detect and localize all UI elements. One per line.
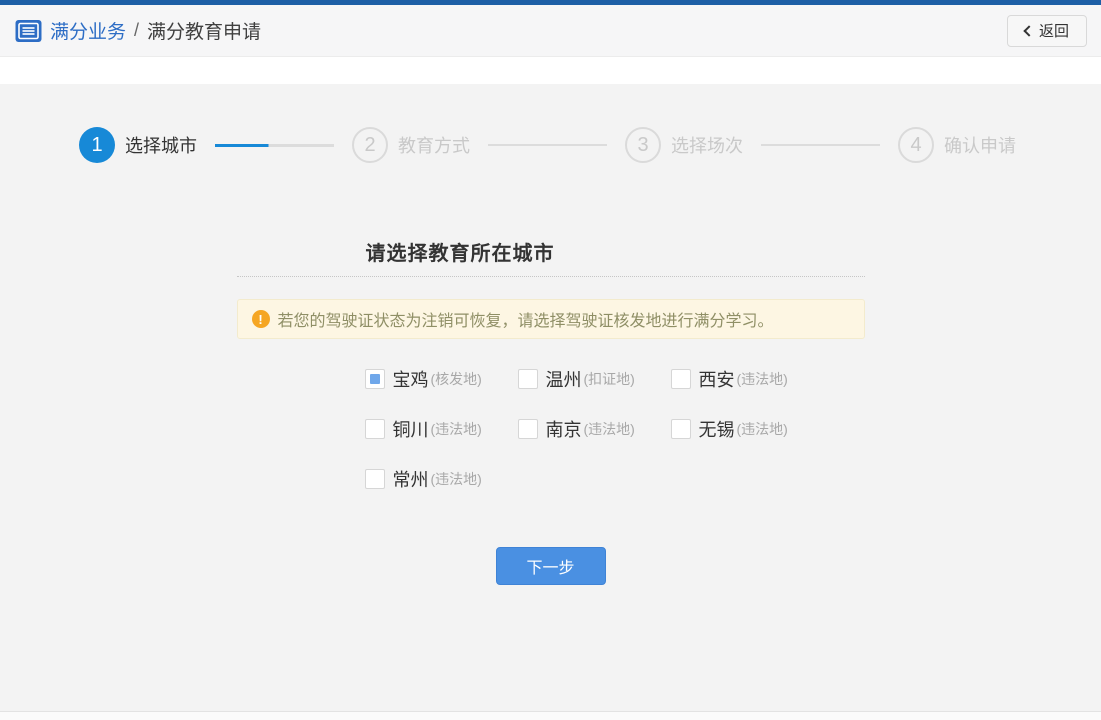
city-option-wuxi[interactable]: 无锡 (违法地) — [671, 416, 824, 442]
city-option-changzhou[interactable]: 常州 (违法地) — [365, 466, 518, 492]
city-name: 温州 — [546, 366, 582, 392]
step-connector-3 — [761, 144, 880, 146]
checkbox-unchecked-icon[interactable] — [671, 419, 691, 439]
city-tag: (违法地) — [737, 419, 788, 439]
checkbox-unchecked-icon[interactable] — [518, 369, 538, 389]
city-name: 铜川 — [393, 416, 429, 442]
city-tag: (违法地) — [431, 419, 482, 439]
step-1-label: 选择城市 — [125, 132, 197, 158]
next-step-button[interactable]: 下一步 — [496, 547, 606, 585]
city-option-xian[interactable]: 西安 (违法地) — [671, 366, 824, 392]
city-options-grid: 宝鸡 (核发地) 温州 (扣证地) 西安 (违法地) 铜川 (违法地) 南京 — [365, 366, 835, 516]
checkbox-unchecked-icon[interactable] — [365, 419, 385, 439]
step-4-confirm: 4 确认申请 — [898, 127, 1016, 163]
step-1-select-city: 1 选择城市 — [79, 127, 197, 163]
content-area: 请选择教育所在城市 ! 若您的驾驶证状态为注销可恢复，请选择驾驶证核发地进行满分… — [237, 237, 865, 585]
dotted-divider — [237, 276, 865, 277]
page-title: 请选择教育所在城市 — [366, 237, 865, 266]
checkbox-unchecked-icon[interactable] — [671, 369, 691, 389]
wizard-stepper: 1 选择城市 2 教育方式 3 选择场次 4 确认申请 — [0, 84, 1101, 163]
breadcrumb-current-page: 满分教育申请 — [147, 17, 261, 44]
header-spacer — [0, 57, 1101, 84]
city-name: 西安 — [699, 366, 735, 392]
list-card-icon — [15, 19, 42, 43]
breadcrumb: 满分业务 / 满分教育申请 — [15, 17, 261, 44]
step-4-label: 确认申请 — [944, 132, 1016, 158]
city-name: 无锡 — [699, 416, 735, 442]
warning-exclamation-icon: ! — [252, 310, 270, 328]
chevron-left-icon — [1023, 25, 1034, 36]
step-3-select-session: 3 选择场次 — [625, 127, 743, 163]
step-2-label: 教育方式 — [398, 132, 470, 158]
city-tag: (违法地) — [584, 419, 635, 439]
main-panel: 1 选择城市 2 教育方式 3 选择场次 4 确认申请 请选择教育所在城市 ! … — [0, 84, 1101, 712]
city-name: 常州 — [393, 466, 429, 492]
city-option-tongchuan[interactable]: 铜川 (违法地) — [365, 416, 518, 442]
notice-banner: ! 若您的驾驶证状态为注销可恢复，请选择驾驶证核发地进行满分学习。 — [237, 299, 865, 339]
notice-text: 若您的驾驶证状态为注销可恢复，请选择驾驶证核发地进行满分学习。 — [278, 307, 774, 331]
step-2-education-mode: 2 教育方式 — [352, 127, 470, 163]
back-button[interactable]: 返回 — [1007, 15, 1087, 47]
step-connector-1 — [215, 144, 334, 147]
step-2-circle: 2 — [352, 127, 388, 163]
city-tag: (扣证地) — [584, 369, 635, 389]
city-tag: (违法地) — [737, 369, 788, 389]
city-tag: (核发地) — [431, 369, 482, 389]
city-name: 南京 — [546, 416, 582, 442]
step-3-circle: 3 — [625, 127, 661, 163]
city-option-baoji[interactable]: 宝鸡 (核发地) — [365, 366, 518, 392]
checkbox-unchecked-icon[interactable] — [365, 469, 385, 489]
city-option-wenzhou[interactable]: 温州 (扣证地) — [518, 366, 671, 392]
city-tag: (违法地) — [431, 469, 482, 489]
step-1-circle: 1 — [79, 127, 115, 163]
checkbox-unchecked-icon[interactable] — [518, 419, 538, 439]
city-option-nanjing[interactable]: 南京 (违法地) — [518, 416, 671, 442]
step-connector-2 — [488, 144, 607, 146]
button-row: 下一步 — [237, 547, 865, 585]
breadcrumb-separator: / — [134, 20, 139, 41]
checkbox-checked-icon[interactable] — [365, 369, 385, 389]
app-header: 满分业务 / 满分教育申请 返回 — [0, 5, 1101, 57]
breadcrumb-section[interactable]: 满分业务 — [50, 17, 126, 44]
step-3-label: 选择场次 — [671, 132, 743, 158]
step-4-circle: 4 — [898, 127, 934, 163]
city-name: 宝鸡 — [393, 366, 429, 392]
back-button-label: 返回 — [1039, 20, 1069, 41]
